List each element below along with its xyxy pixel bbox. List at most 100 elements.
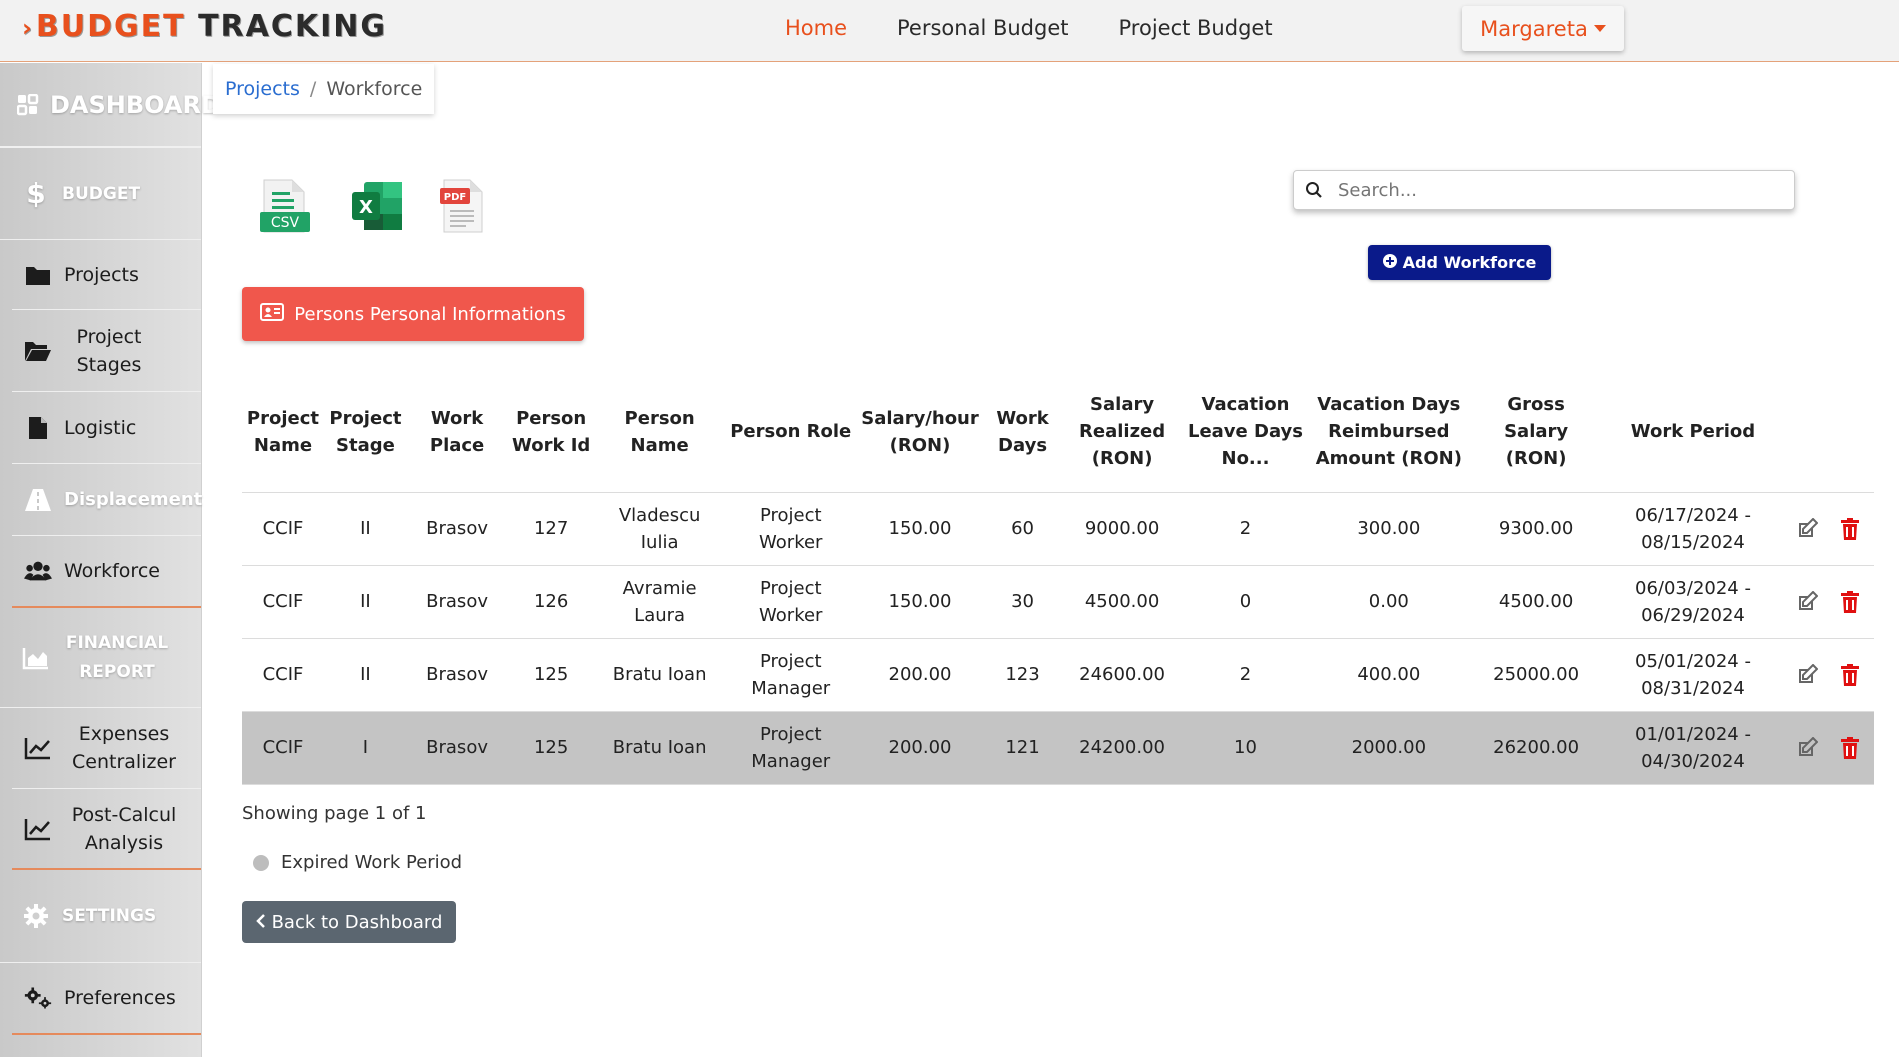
workforce-table: Project Name Project Stage Work Place Pe… (242, 372, 1874, 785)
sidebar-item-project-stages[interactable]: Project Stages (12, 310, 201, 392)
nav-personal-budget[interactable]: Personal Budget (872, 13, 1093, 43)
edit-icon[interactable] (1796, 736, 1819, 759)
sidebar-item-displacement[interactable]: Displacement (12, 464, 202, 536)
add-workforce-button[interactable]: Add Workforce (1368, 245, 1551, 280)
cell: 400.00 (1309, 638, 1469, 712)
row-actions (1782, 565, 1874, 639)
breadcrumb: Projects / Workforce (213, 64, 435, 114)
col-header-actions (1782, 372, 1874, 493)
cell: 06/03/2024 - 06/29/2024 (1603, 565, 1783, 639)
col-header[interactable]: Gross Salary (RON) (1468, 372, 1604, 493)
table-header-row: Project Name Project Stage Work Place Pe… (242, 372, 1874, 493)
excel-icon: X (352, 182, 402, 230)
line-chart-icon (24, 735, 52, 761)
cell: Brasov (406, 565, 508, 639)
sidebar-item-post-calcul[interactable]: Post-Calcul Analysis (12, 789, 201, 870)
nav-project-budget[interactable]: Project Budget (1094, 13, 1298, 43)
edit-icon[interactable] (1796, 517, 1819, 540)
export-pdf-button[interactable]: PDF (436, 178, 490, 234)
cell: Project Worker (724, 492, 858, 566)
sidebar-item-projects[interactable]: Projects (12, 240, 201, 310)
sidebar-item-label: Preferences (64, 987, 176, 1009)
cell: 127 (507, 492, 596, 566)
file-icon (24, 415, 52, 441)
cell: 26200.00 (1468, 711, 1604, 785)
cell: Bratu Ioan (595, 638, 725, 712)
sidebar-section-budget[interactable]: $ BUDGET (0, 148, 201, 240)
cell: II (323, 638, 407, 712)
cell: 24600.00 (1062, 638, 1182, 712)
pagination-text: Showing page 1 of 1 (242, 803, 427, 824)
col-header[interactable]: Project Stage (323, 372, 407, 493)
cell: Brasov (406, 638, 508, 712)
cell: 121 (982, 711, 1063, 785)
back-to-dashboard-button[interactable]: Back to Dashboard (242, 901, 456, 943)
table-row: CCIF II Brasov 127 Vladescu Iulia Projec… (242, 492, 1874, 566)
edit-icon[interactable] (1796, 663, 1819, 686)
sidebar-item-label: Project Stages (76, 325, 142, 376)
brand-logo[interactable]: ›BUDGET TRACKING (22, 9, 387, 44)
nav-home[interactable]: Home (760, 13, 872, 43)
plus-circle-icon (1382, 253, 1397, 272)
sidebar-item-preferences[interactable]: Preferences (12, 963, 201, 1035)
sidebar-section-financial-report[interactable]: FINANCIAL REPORT (0, 608, 201, 708)
user-name: Margareta (1480, 16, 1588, 41)
cell: 4500.00 (1468, 565, 1604, 639)
sidebar-dashboard-label: DASHBOARD (50, 90, 221, 119)
line-chart-icon (24, 816, 52, 842)
table-row: CCIF II Brasov 125 Bratu Ioan Project Ma… (242, 638, 1874, 712)
col-header[interactable]: Person Role (724, 372, 858, 493)
sidebar-item-workforce[interactable]: Workforce (12, 536, 201, 608)
cell: 25000.00 (1468, 638, 1604, 712)
cell: 9000.00 (1062, 492, 1182, 566)
col-header[interactable]: Salary/hour (RON) (857, 372, 983, 493)
cell: Brasov (406, 492, 508, 566)
id-card-icon (260, 302, 285, 326)
area-chart-icon (22, 645, 50, 671)
gear-icon (22, 903, 50, 929)
search-icon (1294, 181, 1334, 199)
col-header[interactable]: Project Name (242, 372, 324, 493)
col-header[interactable]: Work Place (406, 372, 508, 493)
col-header[interactable]: Salary Realized (RON) (1062, 372, 1182, 493)
delete-icon[interactable] (1840, 517, 1860, 540)
sidebar-item-expenses-centralizer[interactable]: Expenses Centralizer (12, 708, 201, 789)
persons-info-button[interactable]: Persons Personal Informations (242, 287, 584, 341)
edit-icon[interactable] (1796, 590, 1819, 613)
pdf-label: PDF (444, 192, 466, 203)
sidebar: DASHBOARD $ BUDGET Projects Project Stag… (0, 63, 221, 1057)
add-workforce-label: Add Workforce (1402, 253, 1537, 272)
cell: CCIF (242, 638, 324, 712)
col-header[interactable]: Vacation Leave Days No... (1181, 372, 1310, 493)
delete-icon[interactable] (1840, 736, 1860, 759)
road-icon (24, 487, 52, 513)
sidebar-dashboard[interactable]: DASHBOARD (0, 63, 221, 148)
dashboard-icon (14, 92, 42, 118)
table-row-expired: CCIF I Brasov 125 Bratu Ioan Project Man… (242, 711, 1874, 785)
export-excel-button[interactable]: X (350, 178, 404, 234)
breadcrumb-current: Workforce (326, 78, 423, 100)
col-header[interactable]: Work Days (982, 372, 1063, 493)
cell: 9300.00 (1468, 492, 1604, 566)
sidebar-section-settings[interactable]: SETTINGS (0, 870, 201, 963)
pdf-file-icon: PDF (440, 179, 483, 233)
sidebar-item-logistic[interactable]: Logistic (12, 392, 201, 464)
col-header[interactable]: Person Name (595, 372, 725, 493)
delete-icon[interactable] (1840, 663, 1860, 686)
top-navbar: ›BUDGET TRACKING Home Personal Budget Pr… (0, 0, 1899, 62)
col-header[interactable]: Vacation Days Reimbursed Amount (RON) (1309, 372, 1469, 493)
sidebar-item-label: Workforce (64, 560, 160, 582)
breadcrumb-projects-link[interactable]: Projects (225, 78, 300, 100)
col-header[interactable]: Work Period (1603, 372, 1783, 493)
export-csv-button[interactable]: CSV (258, 178, 312, 234)
user-menu-button[interactable]: Margareta (1462, 6, 1624, 51)
cell: 300.00 (1309, 492, 1469, 566)
cell: 0 (1181, 565, 1310, 639)
col-header[interactable]: Person Work Id (507, 372, 596, 493)
cell: 123 (982, 638, 1063, 712)
cell: 30 (982, 565, 1063, 639)
sidebar-item-label: Post-Calcul Analysis (71, 803, 177, 854)
delete-icon[interactable] (1840, 590, 1860, 613)
folder-open-icon (24, 338, 52, 364)
search-input[interactable] (1334, 179, 1794, 201)
